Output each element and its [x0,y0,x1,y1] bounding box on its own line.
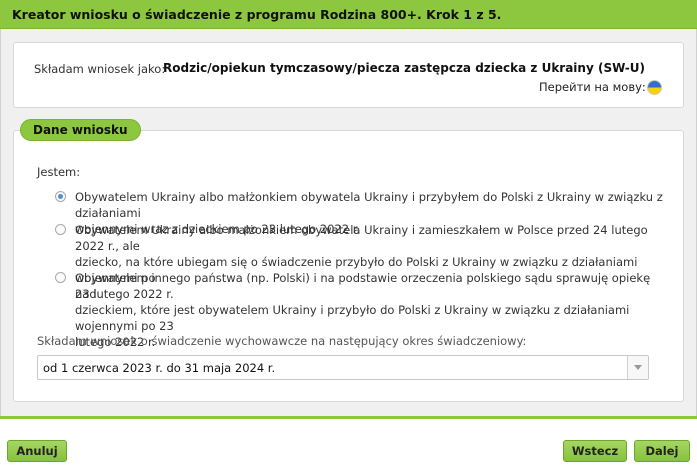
wizard-header: Kreator wniosku o świadczenie z programu… [0,0,697,29]
radio-button[interactable] [55,272,66,283]
status-question-label: Jestem: [37,165,81,179]
cancel-button[interactable]: Anuluj [7,440,67,462]
frame-divider [0,416,697,419]
ukraine-flag-icon[interactable] [647,80,662,95]
change-language-link[interactable]: Перейти на мову: [539,80,646,94]
radio-button-selected[interactable] [55,191,66,202]
next-button[interactable]: Dalej [634,440,690,462]
applicant-info-box: Składam wniosek jako: Rodzic/opiekun tym… [13,42,684,108]
benefit-period-select[interactable]: od 1 czerwca 2023 r. do 31 maja 2024 r. [37,355,649,380]
section-legend: Dane wniosku [20,119,141,141]
back-button[interactable]: Wstecz [563,440,627,462]
benefit-period-label: Składam wniosek o świadczenie wychowawcz… [37,334,527,348]
benefit-period-value: od 1 czerwca 2023 r. do 31 maja 2024 r. [43,361,276,375]
chevron-down-icon[interactable] [627,356,648,379]
radio-button[interactable] [55,224,66,235]
applicant-type-label: Składam wniosek jako: [34,62,166,76]
applicant-type-value: Rodzic/opiekun tymczasowy/piecza zastępc… [163,61,645,75]
wizard-title: Kreator wniosku o świadczenie z programu… [12,7,502,22]
